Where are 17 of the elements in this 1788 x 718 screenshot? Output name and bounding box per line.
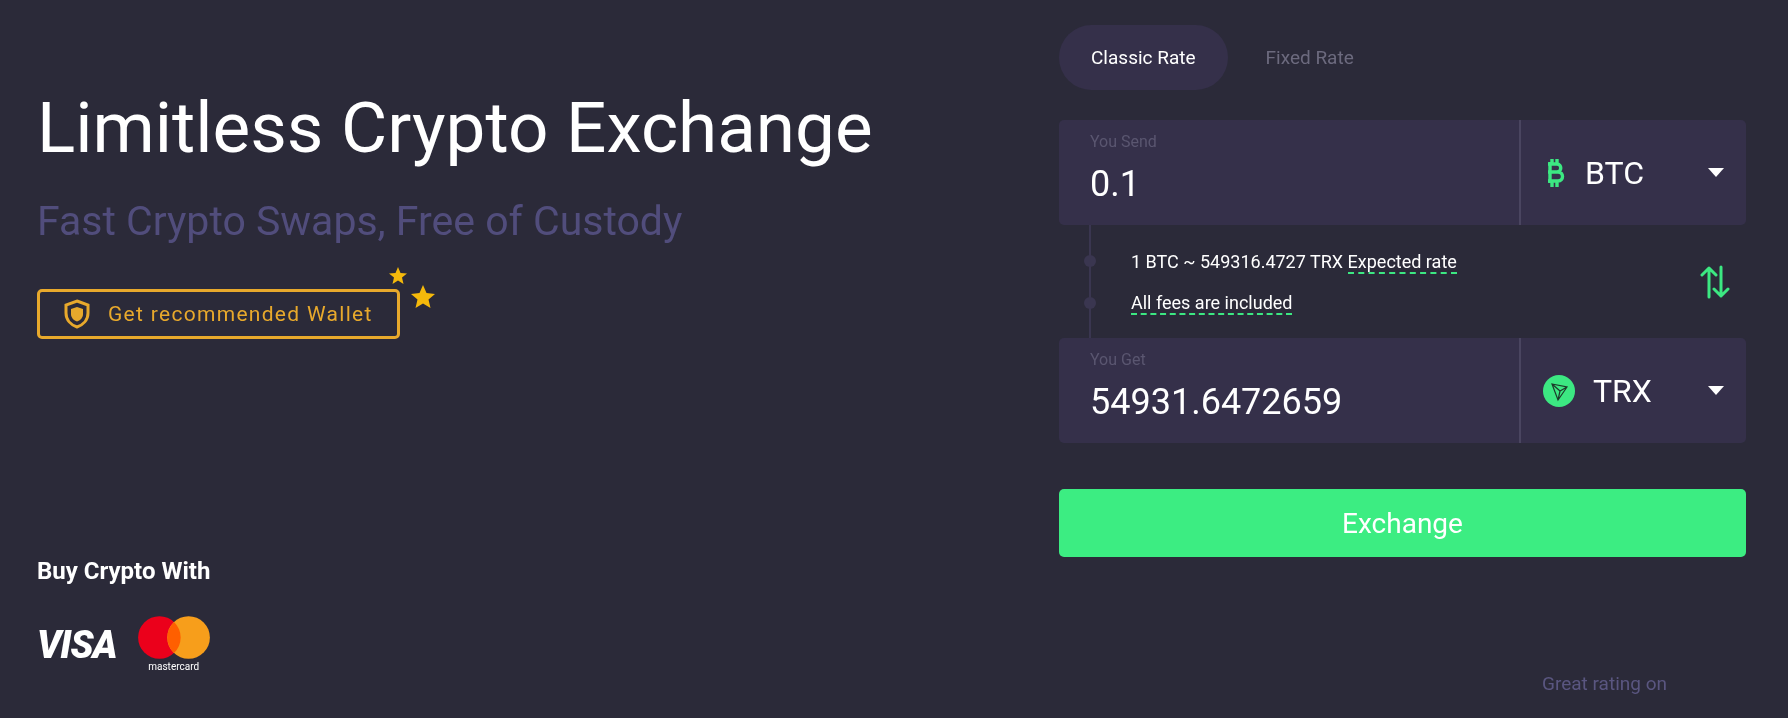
rating-text: Great rating on	[1542, 672, 1668, 695]
rate-tab[interactable]: Classic Rate	[1059, 25, 1228, 90]
wallet-button[interactable]: Get recommended Wallet	[37, 289, 400, 339]
currency-dropdown[interactable]: TRX	[1521, 338, 1746, 443]
mastercard-logo: mastercard	[136, 615, 211, 672]
currency-dropdown[interactable]: BTC	[1521, 120, 1746, 225]
page-subtitle: Fast Crypto Swaps, Free of Custody	[37, 197, 684, 245]
fees-included-link[interactable]: All fees are included	[1131, 291, 1293, 315]
expected-rate-link[interactable]: Expected rate	[1347, 250, 1457, 274]
buy-crypto-heading: Buy Crypto With	[37, 557, 212, 585]
caret-icon	[1708, 167, 1724, 178]
visa-logo: VISA	[37, 622, 117, 667]
exchange-rate-text: 1 BTC ~ 549316.4727 TRX	[1131, 250, 1344, 272]
shield-icon	[64, 299, 90, 329]
tron-icon	[1543, 374, 1575, 407]
caret-icon	[1708, 385, 1724, 396]
swap-icon[interactable]	[1700, 264, 1730, 299]
